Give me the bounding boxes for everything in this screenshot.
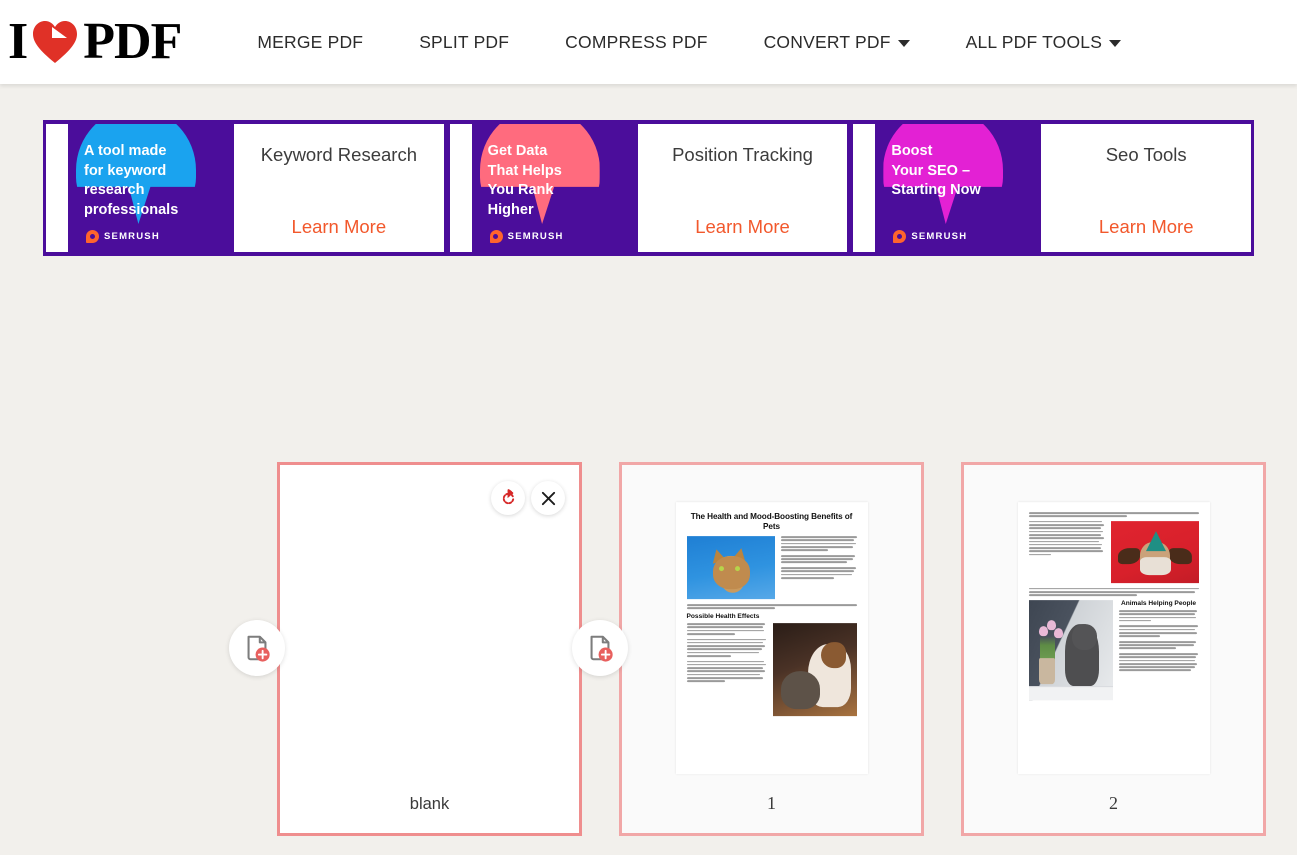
ad-title: Position Tracking [672,144,813,166]
text-block [1029,512,1199,517]
text-block [687,623,767,634]
semrush-logo: SEMRUSH [490,230,564,243]
text-block [1029,521,1105,555]
ad-unit-position-tracking[interactable]: Get Data That Helps You Rank Higher SEMR… [450,124,848,252]
nav-label: MERGE PDF [257,32,363,53]
document-section-heading: Possible Health Effects [687,613,857,620]
page-label: 2 [1109,793,1118,814]
rotate-right-icon[interactable] [491,481,525,515]
nav-item-compress-pdf[interactable]: COMPRESS PDF [537,22,735,63]
page-thumbnail-1: The Health and Mood-Boosting Benefits of… [676,502,868,774]
logo-text-before: I [8,16,27,68]
text-block [1119,626,1199,637]
chevron-down-icon [1109,40,1121,47]
chevron-down-icon [898,40,910,47]
heart-icon [31,19,79,65]
gray-cat-with-tulips-photo [1029,600,1113,700]
text-block [687,661,767,682]
nav-label: ALL PDF TOOLS [966,32,1103,53]
nav-label: CONVERT PDF [764,32,891,53]
ad-learn-more-link[interactable]: Learn More [695,216,790,238]
add-page-icon[interactable] [572,620,628,676]
text-block [781,536,857,551]
ad-title: Keyword Research [261,144,417,166]
text-block [687,639,767,657]
text-block [781,555,857,563]
page-thumbnail-2: Animals Helping People [1018,502,1210,774]
logo-text-after: PDF [83,16,181,68]
advertisement-banner: A tool made for keyword research profess… [43,120,1254,256]
ad-body: Keyword Research Learn More [234,124,444,252]
nav-item-split-pdf[interactable]: SPLIT PDF [391,22,537,63]
page-label: 1 [767,793,776,814]
ilovepdf-logo[interactable]: I PDF [8,16,181,68]
semrush-wordmark: SEMRUSH [104,231,160,242]
semrush-mark-icon [893,230,906,243]
nav-item-convert-pdf[interactable]: CONVERT PDF [736,22,938,63]
nav-label: COMPRESS PDF [565,32,707,53]
site-header: I PDF MERGE PDF SPLIT PDF COMPRESS PDF C… [0,0,1297,84]
ad-creative: Boost Your SEO – Starting Now SEMRUSH [875,124,1041,252]
reindeer-toy-on-red-photo [1111,521,1199,583]
document-title: The Health and Mood-Boosting Benefits of… [687,512,857,531]
ad-title: Seo Tools [1106,144,1187,166]
ad-creative-text: A tool made for keyword research profess… [84,142,216,220]
close-icon[interactable] [531,481,565,515]
ad-unit-keyword-research[interactable]: A tool made for keyword research profess… [46,124,444,252]
ad-body: Position Tracking Learn More [638,124,848,252]
text-block [1029,588,1199,596]
text-block [1119,641,1199,649]
main-navigation: MERGE PDF SPLIT PDF COMPRESS PDF CONVERT… [229,22,1149,63]
cat-on-blue-sky-photo [687,536,775,599]
text-block [1119,653,1199,671]
page-card-blank[interactable]: blank [277,462,582,836]
semrush-logo: SEMRUSH [893,230,967,243]
ad-creative: A tool made for keyword research profess… [68,124,234,252]
text-block [781,567,857,578]
dog-and-cat-photo [773,623,857,716]
page-card-2[interactable]: Animals Helping People 2 [961,462,1266,836]
semrush-mark-icon [490,230,503,243]
ad-creative: Get Data That Helps You Rank Higher SEMR… [472,124,638,252]
nav-label: SPLIT PDF [419,32,509,53]
ad-creative-text: Boost Your SEO – Starting Now [891,142,1023,201]
semrush-wordmark: SEMRUSH [508,231,564,242]
semrush-wordmark: SEMRUSH [911,231,967,242]
ad-creative-text: Get Data That Helps You Rank Higher [488,142,620,220]
nav-item-all-pdf-tools[interactable]: ALL PDF TOOLS [938,22,1150,63]
pages-workspace: blank The Health and Mood-Boosting Benef… [0,440,1297,855]
page-tools [491,481,565,515]
text-block [1119,610,1199,621]
semrush-logo: SEMRUSH [86,230,160,243]
ad-unit-seo-tools[interactable]: Boost Your SEO – Starting Now SEMRUSH Se… [853,124,1251,252]
ad-body: Seo Tools Learn More [1041,124,1251,252]
text-block [687,604,857,609]
page-label: blank [410,795,449,814]
page-card-1[interactable]: The Health and Mood-Boosting Benefits of… [619,462,924,836]
ad-learn-more-link[interactable]: Learn More [1099,216,1194,238]
add-page-icon[interactable] [229,620,285,676]
semrush-mark-icon [86,230,99,243]
ad-learn-more-link[interactable]: Learn More [292,216,387,238]
document-section-heading: Animals Helping People [1119,600,1199,607]
nav-item-merge-pdf[interactable]: MERGE PDF [229,22,391,63]
